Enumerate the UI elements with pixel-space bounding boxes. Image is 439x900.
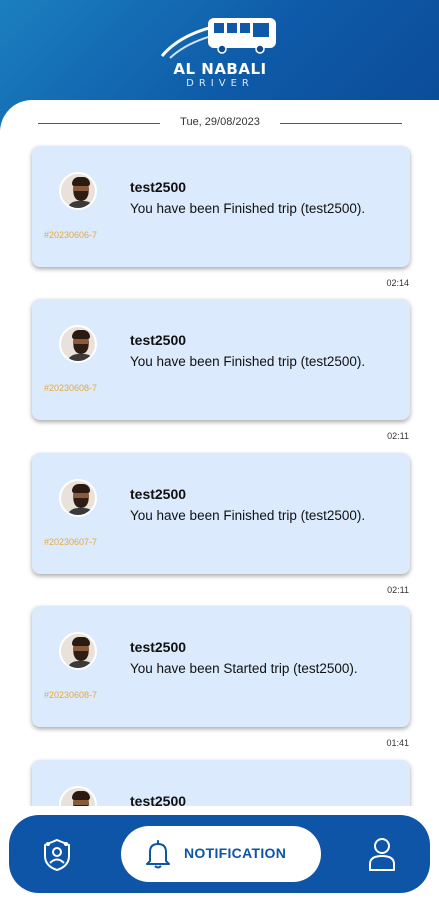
notification-title: test2500 xyxy=(130,332,187,348)
driver-badge-icon[interactable] xyxy=(41,838,73,872)
notification-tab-label: NOTIFICATION xyxy=(184,845,287,861)
trip-id: #20230607-7 xyxy=(44,537,98,547)
notification-message: You have been Finished trip (test2500). xyxy=(130,201,366,216)
bottom-nav: NOTIFICATION xyxy=(0,806,439,900)
notification-message: You have been Finished trip (test2500). xyxy=(130,508,366,523)
avatar xyxy=(59,632,97,670)
bell-icon xyxy=(145,839,171,869)
user-icon[interactable] xyxy=(367,836,397,872)
divider-line-right xyxy=(280,123,402,124)
notification-card[interactable]: #20230606-7 test2500 You have been Finis… xyxy=(32,146,410,267)
notification-card[interactable]: #20230608-7 test2500 You have been Finis… xyxy=(32,299,410,420)
bottom-nav-bar: NOTIFICATION xyxy=(9,815,430,893)
notification-card[interactable]: #20230607-7 test2500 You have been Finis… xyxy=(32,453,410,574)
notification-title: test2500 xyxy=(130,486,187,502)
notification-title: test2500 xyxy=(130,639,187,655)
trip-id: #20230606-7 xyxy=(44,230,98,240)
notification-card[interactable]: #20230608-7 test2500 You have been Start… xyxy=(32,606,410,727)
brand-subtitle: DRIVER xyxy=(186,78,254,89)
avatar xyxy=(59,325,97,363)
avatar xyxy=(59,172,97,210)
app-logo: AL NABALI DRIVER xyxy=(150,12,290,92)
notification-time: 02:14 xyxy=(386,278,409,288)
notification-message: You have been Started trip (test2500). xyxy=(130,661,358,676)
notification-time: 01:41 xyxy=(386,738,409,748)
trip-id: #20230608-7 xyxy=(44,383,98,393)
brand-title: AL NABALI xyxy=(173,60,267,78)
notification-tab[interactable]: NOTIFICATION xyxy=(121,826,321,882)
date-separator: Tue, 29/08/2023 xyxy=(38,116,402,130)
notification-time: 02:11 xyxy=(387,585,409,595)
avatar xyxy=(59,479,97,517)
notification-title: test2500 xyxy=(130,179,187,195)
trip-id: #20230608-7 xyxy=(44,690,98,700)
notification-time: 02:11 xyxy=(387,431,409,441)
date-label: Tue, 29/08/2023 xyxy=(180,116,260,128)
bus-logo-icon xyxy=(160,18,276,59)
notification-message: You have been Finished trip (test2500). xyxy=(130,354,366,369)
divider-line-left xyxy=(38,123,160,124)
